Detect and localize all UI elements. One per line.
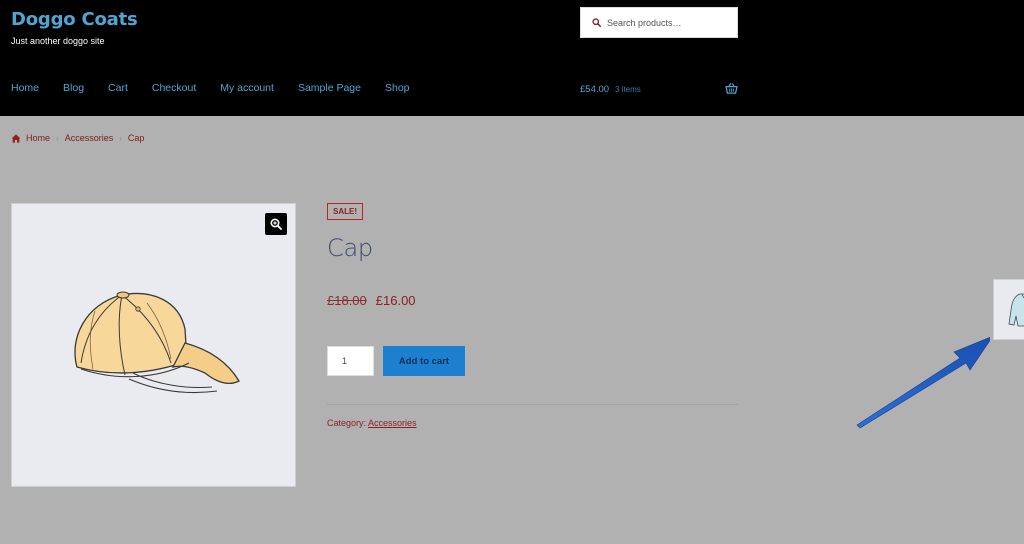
home-icon [11,133,21,143]
cart-count[interactable]: 3 items [615,85,641,94]
sale-badge: SALE! [327,203,363,220]
nav-shop[interactable]: Shop [385,82,410,94]
divider [327,404,738,405]
chevron-right-icon: › [56,133,59,143]
search-icon [592,18,601,27]
site-tagline: Just another doggo site [11,36,105,46]
nav-my-account[interactable]: My account [220,82,274,94]
category-label: Category: [327,418,367,428]
nav-sample-page[interactable]: Sample Page [298,82,361,94]
nav-checkout[interactable]: Checkout [152,82,196,94]
search-input[interactable] [607,17,727,28]
product-gallery[interactable] [11,203,296,487]
arrow-annotation [856,336,990,429]
add-to-cart-button[interactable]: Add to cart [383,346,465,376]
category-link[interactable]: Accessories [368,418,417,428]
breadcrumb-home[interactable]: Home [26,133,50,143]
search-box[interactable] [580,7,738,38]
product-title: Cap [327,234,373,262]
site-title[interactable]: Doggo Coats [11,9,138,30]
breadcrumb: Home › Accessories › Cap [11,133,144,143]
nav-blog[interactable]: Blog [63,82,84,94]
zoom-in-icon [270,218,282,230]
basket-icon[interactable] [725,83,738,94]
cart-total[interactable]: £54.00 [580,84,609,95]
zoom-button[interactable] [265,213,287,235]
nav-cart[interactable]: Cart [108,82,128,94]
cap-product-image [74,291,240,393]
product-price: £18.00 £16.00 [327,293,416,308]
product-category: Category: Accessories [327,418,417,428]
price-original: £18.00 [327,293,367,308]
nav-home[interactable]: Home [11,82,39,94]
side-product-thumbnail[interactable] [993,279,1024,340]
site-header: Doggo Coats Just another doggo site Home… [0,0,1024,116]
breadcrumb-accessories[interactable]: Accessories [65,133,114,143]
chevron-right-icon: › [119,133,122,143]
breadcrumb-current: Cap [127,133,145,143]
quantity-input[interactable]: 1 [327,346,374,376]
price-sale: £16.00 [375,293,416,308]
primary-nav: Home Blog Cart Checkout My account Sampl… [11,82,434,94]
hoodie-image [1008,293,1024,327]
